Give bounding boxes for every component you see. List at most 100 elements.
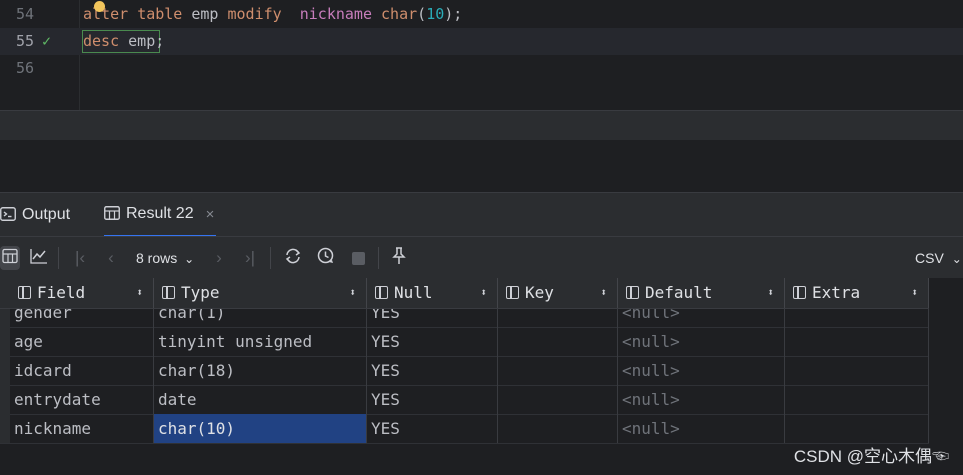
code-token: ); (444, 5, 463, 23)
table-cell-extra[interactable] (785, 327, 929, 356)
column-header-extra[interactable]: Extra ⬍ (785, 278, 929, 308)
toolbar-separator (270, 247, 271, 269)
close-icon[interactable]: × (206, 206, 215, 223)
code-token: char (381, 5, 418, 23)
column-label: Key (525, 283, 554, 302)
row-gutter[interactable] (0, 414, 10, 443)
table-row[interactable]: idcard char(18) YES <null> (0, 356, 929, 386)
table-cell-type[interactable]: tinyint unsigned (154, 327, 367, 356)
table-cell-type[interactable]: char(18) (154, 356, 367, 385)
column-header-default[interactable]: Default ⬍ (618, 278, 785, 308)
tab-label: Result 22 (126, 205, 194, 222)
row-gutter[interactable] (0, 327, 10, 356)
tab-label: Output (22, 206, 71, 223)
table-cell-key[interactable] (498, 327, 618, 356)
code-text[interactable]: alter table emp modify nickname char(10)… (83, 1, 462, 28)
code-text[interactable]: desc emp; (83, 28, 164, 55)
chevron-left-icon: ‹ (108, 248, 114, 267)
sort-icon[interactable]: ⬍ (349, 278, 356, 308)
table-cell-field[interactable]: entrydate (10, 385, 154, 414)
reload-button[interactable] (282, 246, 304, 270)
export-format-dropdown[interactable]: CSV ⌄ (915, 246, 962, 270)
grid-icon (2, 248, 18, 269)
table-cell-key[interactable] (498, 356, 618, 385)
tab-result-22[interactable]: Result 22 × (104, 193, 217, 237)
tab-output[interactable]: Output (0, 193, 70, 237)
table-cell-null[interactable]: YES (367, 414, 498, 443)
column-icon (626, 286, 639, 299)
table-cell-default[interactable]: <null> (618, 327, 785, 356)
sort-icon[interactable]: ⬍ (911, 278, 918, 308)
column-icon (506, 286, 519, 299)
table-cell-field[interactable]: age (10, 327, 154, 356)
table-cell-type[interactable]: char(10) (154, 414, 367, 443)
chart-view-button[interactable] (28, 246, 50, 270)
column-header-key[interactable]: Key ⬍ (498, 278, 618, 308)
code-token: emp (182, 5, 228, 23)
reload-icon (284, 248, 302, 269)
table-cell-extra[interactable] (785, 414, 929, 443)
sort-icon[interactable]: ⬍ (767, 278, 774, 308)
table-row[interactable]: nickname char(10) YES <null> (0, 414, 929, 444)
table-cell-null[interactable]: YES (367, 385, 498, 414)
services-tab-bar: Output Result 22 × (0, 192, 963, 237)
sort-icon[interactable]: ⬍ (480, 278, 487, 308)
pin-tab-button[interactable] (389, 246, 409, 270)
table-cell-null[interactable]: YES (367, 356, 498, 385)
code-line-55[interactable]: 55 ✓ desc emp; (0, 28, 963, 55)
table-cell-field[interactable]: nickname (10, 414, 154, 443)
sql-editor[interactable]: 54 alter table emp modify nickname char(… (0, 0, 963, 110)
column-icon (375, 286, 388, 299)
chevron-down-icon: ⌄ (184, 252, 195, 266)
table-cell-type[interactable]: date (154, 385, 367, 414)
sort-icon[interactable]: ⬍ (600, 278, 607, 308)
row-count-dropdown[interactable]: 8 rows ⌄ (136, 246, 194, 270)
table-cell-key[interactable] (498, 385, 618, 414)
code-line-56[interactable]: 56 (0, 55, 963, 82)
last-page-button[interactable]: ›| (240, 246, 260, 270)
sort-icon[interactable]: ⬍ (136, 278, 143, 308)
code-line-54[interactable]: 54 alter table emp modify nickname char(… (0, 1, 963, 28)
column-label: Field (37, 283, 86, 302)
column-header-field[interactable]: Field ⬍ (10, 278, 154, 308)
table-cell-default[interactable]: <null> (618, 356, 785, 385)
table-row[interactable]: entrydate date YES <null> (0, 385, 929, 415)
previous-page-button[interactable]: ‹ (101, 246, 121, 270)
table-cell-extra[interactable] (785, 385, 929, 414)
column-icon (162, 286, 175, 299)
table-cell-key[interactable] (498, 414, 618, 443)
column-header-null[interactable]: Null ⬍ (367, 278, 498, 308)
intention-bulb-icon[interactable] (94, 1, 105, 12)
row-gutter[interactable] (0, 356, 10, 385)
table-view-button[interactable] (0, 246, 20, 270)
chevron-down-icon: ⌄ (951, 252, 962, 266)
export-format-label: CSV (915, 250, 944, 266)
column-label: Type (181, 283, 220, 302)
code-token: emp; (119, 32, 165, 50)
first-page-button[interactable]: |‹ (70, 246, 90, 270)
chevron-right-icon: › (216, 248, 222, 267)
toolbar-separator (378, 247, 379, 269)
last-page-icon: ›| (244, 248, 256, 267)
row-gutter[interactable] (0, 385, 10, 414)
auto-refresh-button[interactable] (315, 246, 337, 270)
table-cell-default[interactable]: <null> (618, 385, 785, 414)
watermark: CSDN @空心木偶☜ (793, 447, 949, 466)
row-count-label: 8 rows (136, 250, 178, 266)
column-label: Default (645, 283, 713, 302)
table-cell-extra[interactable] (785, 356, 929, 385)
next-page-button[interactable]: › (209, 246, 229, 270)
code-token: 10 (426, 5, 445, 23)
column-header-type[interactable]: Type ⬍ (154, 278, 367, 308)
stop-button[interactable] (348, 246, 368, 270)
code-token: alter (83, 5, 129, 23)
table-cell-default[interactable]: <null> (618, 414, 785, 443)
table-cell-field[interactable]: idcard (10, 356, 154, 385)
result-toolbar: |‹ ‹ 8 rows ⌄ › ›| CSV ⌄ (0, 236, 963, 279)
first-page-icon: |‹ (74, 248, 86, 267)
executed-check-icon: ✓ (42, 32, 52, 50)
table-row[interactable]: age tinyint unsigned YES <null> (0, 327, 929, 357)
table-cell-null[interactable]: YES (367, 327, 498, 356)
